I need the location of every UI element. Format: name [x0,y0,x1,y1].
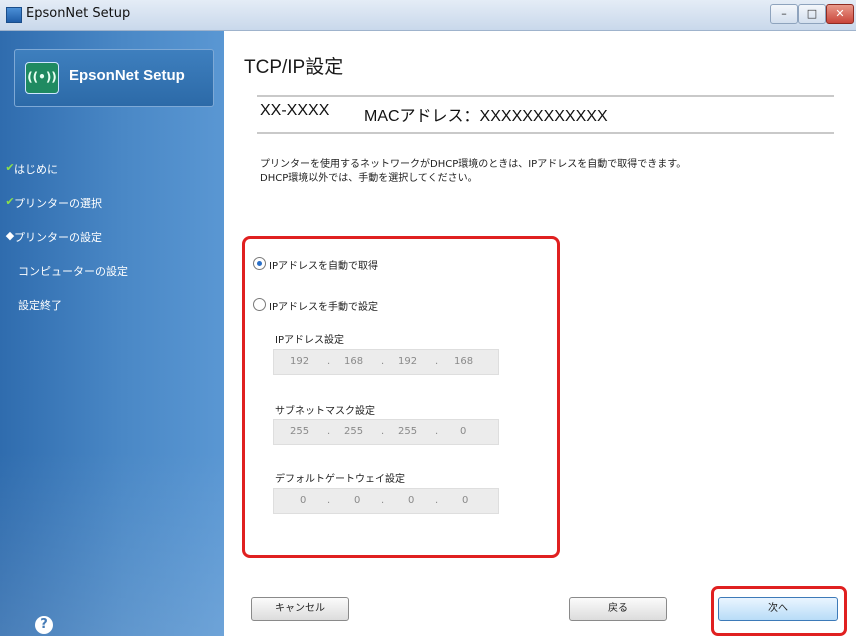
ip-address-input[interactable]: 192 . 168 . 192 . 168 [273,349,499,375]
ip-address-label: IPアドレス設定 [275,335,344,346]
brand-name: EpsonNet Setup [69,67,185,84]
description-line: DHCP環境以外では、手動を選択してください。 [260,173,478,184]
step-label: コンピューターの設定 [18,265,128,278]
step-intro: ✔ はじめに [0,157,224,191]
radio-label: IPアドレスを手動で設定 [269,302,378,313]
octet-separator: . [435,426,439,437]
help-icon[interactable]: ? [35,616,53,634]
octet-separator: . [327,426,331,437]
mac-address: MACアドレス：XXXXXXXXXXXX [364,108,608,125]
default-gateway-label: デフォルトゲートウェイ設定 [275,474,405,485]
page-title: TCP/IP設定 [244,57,344,78]
octet-separator: . [381,426,385,437]
step-printer-settings: ◆ プリンターの設定 [0,225,224,259]
octet: 255 [290,426,310,437]
title-bar: EpsonNet Setup – □ ✕ [0,0,856,31]
octet: 0 [300,495,307,506]
step-printer-select: ✔ プリンターの選択 [0,191,224,225]
default-gateway-input[interactable]: 0 . 0 . 0 . 0 [273,488,499,514]
minimize-button[interactable]: – [770,4,798,24]
wireless-logo-icon: ((•)) [25,62,59,94]
sidebar: ((•)) EpsonNet Setup ✔ はじめに ✔ プリンターの選択 ◆… [0,31,224,636]
minimize-icon: – [781,7,787,20]
printer-model: XX-XXXX [260,102,330,119]
step-computer-settings: コンピューターの設定 [0,259,224,293]
ip-mode-highlight: IPアドレスを自動で取得 IPアドレスを手動で設定 IPアドレス設定 192 .… [242,236,560,558]
close-button[interactable]: ✕ [826,4,854,24]
brand-panel: ((•)) EpsonNet Setup [14,49,214,107]
step-finish: 設定終了 [0,293,224,327]
step-label: プリンターの選択 [14,197,102,210]
octet: 0 [354,495,361,506]
octet: 0 [408,495,415,506]
octet: 0 [460,426,467,437]
radio-checked-icon[interactable] [253,257,266,270]
maximize-icon: □ [806,7,818,20]
main-panel: TCP/IP設定 XX-XXXX MACアドレス：XXXXXXXXXXXX プリ… [224,31,856,636]
description-line: プリンターを使用するネットワークがDHCP環境のときは、IPアドレスを自動で取得… [260,159,687,170]
octet: 168 [454,356,474,367]
octet-separator: . [381,356,385,367]
close-icon: ✕ [835,7,845,20]
step-label: プリンターの設定 [14,231,102,244]
app-icon [6,7,22,23]
step-list: ✔ はじめに ✔ プリンターの選択 ◆ プリンターの設定 コンピューターの設定 … [0,157,224,327]
octet-separator: . [327,356,331,367]
octet: 168 [344,356,364,367]
step-label: はじめに [14,163,58,176]
divider [257,95,834,97]
radio-label: IPアドレスを自動で取得 [269,261,378,272]
octet-separator: . [435,495,439,506]
octet: 255 [398,426,418,437]
divider [257,132,834,134]
radio-unchecked-icon[interactable] [253,298,266,311]
maximize-button[interactable]: □ [798,4,826,24]
back-button[interactable]: 戻る [569,597,667,621]
description: プリンターを使用するネットワークがDHCP環境のときは、IPアドレスを自動で取得… [260,158,686,186]
octet: 192 [290,356,310,367]
octet-separator: . [435,356,439,367]
cancel-button[interactable]: キャンセル [251,597,349,621]
octet: 192 [398,356,418,367]
octet: 0 [462,495,469,506]
subnet-mask-input[interactable]: 255 . 255 . 255 . 0 [273,419,499,445]
step-label: 設定終了 [18,299,62,312]
window-title: EpsonNet Setup [26,6,131,21]
subnet-mask-label: サブネットマスク設定 [275,406,375,417]
octet-separator: . [381,495,385,506]
octet: 255 [344,426,364,437]
next-button[interactable]: 次へ [718,597,838,621]
octet-separator: . [327,495,331,506]
